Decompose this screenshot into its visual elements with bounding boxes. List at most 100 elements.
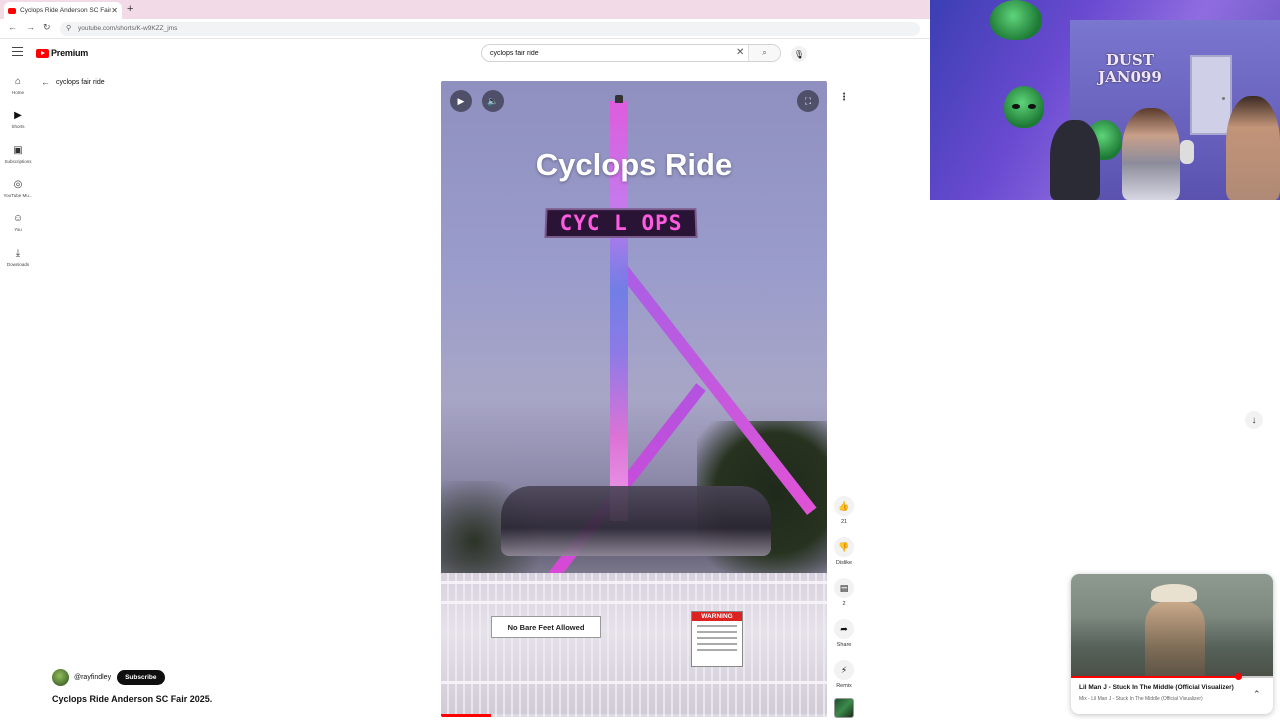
video-ride-gondola	[501, 486, 771, 556]
mini-player-figure	[1145, 602, 1205, 678]
mini-player[interactable]: Lil Man J - Stuck In The Middle (Officia…	[1071, 574, 1273, 714]
share-button[interactable]: ➦ Share	[834, 619, 854, 648]
like-count: 21	[840, 519, 848, 525]
video-ride-tower-cap	[615, 95, 623, 103]
you-icon: ☺	[12, 213, 24, 224]
video-fence-rail	[441, 581, 827, 584]
like-button[interactable]: 👍 21	[834, 496, 854, 525]
volume-icon: 🔈	[487, 95, 499, 106]
sidebar-item-downloads[interactable]: ⤓ Downloads	[0, 248, 36, 267]
search-box: ✕ ⌕	[481, 44, 781, 62]
sidebar-item-youtube-music[interactable]: ◎ YouTube Mu...	[0, 179, 36, 198]
channel-handle[interactable]: @rayfindley	[74, 674, 111, 681]
new-tab-button[interactable]: +	[127, 3, 133, 15]
sidebar-item-shorts[interactable]: ▶ Shorts	[0, 110, 36, 129]
video-no-bare-feet-sign: No Bare Feet Allowed	[491, 616, 601, 638]
thumbs-up-icon: 👍	[834, 496, 854, 516]
search-icon: ⌕	[762, 48, 767, 57]
next-video-button[interactable]: ↓	[1245, 411, 1263, 429]
warning-sign-header: WARNING	[692, 612, 742, 621]
channel-info: @rayfindley Subscribe	[52, 669, 165, 686]
shorts-icon: ▶	[14, 110, 22, 121]
back-arrow-icon: ←	[41, 77, 50, 87]
reload-icon[interactable]: ↻	[43, 22, 51, 33]
logo-premium-text: Premium	[51, 48, 89, 58]
play-icon: ▶	[457, 95, 465, 106]
video-overlay-title: Cyclops Ride	[535, 147, 733, 182]
fullscreen-button[interactable]: ⛶	[797, 90, 819, 112]
video-ride-sign: CYC L OPS	[544, 208, 698, 239]
address-bar-row: ← → ↻ ⚲ youtube.com/shorts/K-w9KZZ_jms	[0, 19, 930, 39]
youtube-favicon-icon	[8, 7, 16, 14]
sidebar-item-label: You	[14, 227, 22, 232]
video-fence-rail	[441, 601, 827, 604]
webcam-wall-sign: DUST JAN099	[1098, 51, 1162, 86]
sidebar-item-label: YouTube Mu...	[3, 193, 33, 198]
video-warning-sign: WARNING	[691, 611, 743, 667]
shorts-video-player[interactable]: Cyclops Ride CYC L OPS No Bare Feet Allo…	[441, 81, 827, 717]
remix-button[interactable]: ⚡ Remix	[834, 660, 854, 689]
comment-count: 2	[842, 601, 846, 607]
back-to-search-link[interactable]: ← cyclops fair ride	[41, 77, 105, 87]
subscribe-button[interactable]: Subscribe	[117, 670, 165, 685]
video-title: Cyclops Ride Anderson SC Fair 2025.	[52, 694, 213, 704]
site-info-icon[interactable]: ⚲	[66, 24, 71, 32]
search-button[interactable]: ⌕	[748, 45, 780, 61]
sidebar-item-home[interactable]: ⌂ Home	[0, 76, 36, 95]
browser-tab-bar: Cyclops Ride Anderson SC Fair ✕ +	[0, 0, 930, 19]
webcam-person	[1226, 96, 1280, 200]
microphone-icon: 🎙	[793, 49, 805, 59]
remix-icon: ⚡	[834, 660, 854, 680]
dislike-button[interactable]: 👎 Dislike	[834, 537, 854, 566]
url-field[interactable]: ⚲ youtube.com/shorts/K-w9KZZ_jms	[60, 22, 920, 36]
sidebar-item-label: Subscriptions	[4, 159, 32, 164]
search-input[interactable]	[482, 49, 727, 57]
share-icon: ➦	[834, 619, 854, 639]
mini-player-progress-bar[interactable]	[1071, 676, 1273, 678]
voice-search-button[interactable]: 🎙	[791, 46, 807, 62]
forward-arrow-icon[interactable]: →	[26, 22, 35, 32]
mini-player-subtitle: Mix - Lil Man J - Stuck In The Middle (O…	[1079, 696, 1203, 702]
youtube-play-logo-icon	[36, 48, 49, 58]
mini-player-progress-fill	[1071, 676, 1239, 678]
video-progress-fill	[441, 714, 492, 717]
play-button[interactable]: ▶	[450, 90, 472, 112]
sidebar-item-label: Downloads	[6, 262, 30, 267]
youtube-logo[interactable]: Premium	[36, 48, 88, 58]
more-options-icon[interactable]: ⋮	[836, 92, 852, 108]
browser-tab-title: Cyclops Ride Anderson SC Fair	[20, 7, 112, 14]
youtube-music-icon: ◎	[13, 179, 23, 190]
webcam-alien-balloon	[1004, 86, 1044, 128]
webcam-door	[1190, 55, 1232, 135]
dislike-label: Dislike	[835, 560, 853, 566]
arrow-down-icon: ↓	[1251, 414, 1257, 426]
video-progress-bar[interactable]	[441, 714, 827, 717]
back-link-label: cyclops fair ride	[56, 78, 105, 86]
webcam-alien-balloon	[990, 0, 1042, 40]
browser-tab[interactable]: Cyclops Ride Anderson SC Fair ✕	[4, 2, 122, 19]
menu-icon[interactable]	[12, 47, 23, 56]
comments-button[interactable]: ▤ 2	[834, 578, 854, 607]
video-fence	[441, 573, 827, 717]
sidebar-item-label: Shorts	[11, 124, 25, 129]
webcam-person	[1122, 108, 1180, 200]
webcam-person	[1050, 120, 1100, 200]
video-fence-rail	[441, 681, 827, 684]
downloads-icon: ⤓	[15, 248, 21, 259]
tab-close-icon[interactable]: ✕	[111, 6, 118, 15]
mini-player-hat	[1151, 584, 1197, 602]
sidebar-item-subscriptions[interactable]: ▣ Subscriptions	[0, 145, 36, 164]
home-icon: ⌂	[14, 76, 22, 87]
sidebar-item-you[interactable]: ☺ You	[0, 213, 36, 232]
clear-search-icon[interactable]: ✕	[736, 47, 744, 58]
channel-avatar[interactable]	[52, 669, 69, 686]
mute-button[interactable]: 🔈	[482, 90, 504, 112]
sound-thumbnail[interactable]	[834, 698, 854, 718]
back-arrow-icon[interactable]: ←	[8, 22, 17, 32]
mini-player-scrubber[interactable]	[1235, 673, 1243, 680]
fullscreen-icon: ⛶	[804, 95, 812, 106]
chevron-up-icon[interactable]: ⌃	[1253, 689, 1261, 700]
share-label: Share	[836, 642, 852, 648]
remix-label: Remix	[836, 683, 852, 689]
mini-player-video[interactable]	[1071, 574, 1273, 678]
